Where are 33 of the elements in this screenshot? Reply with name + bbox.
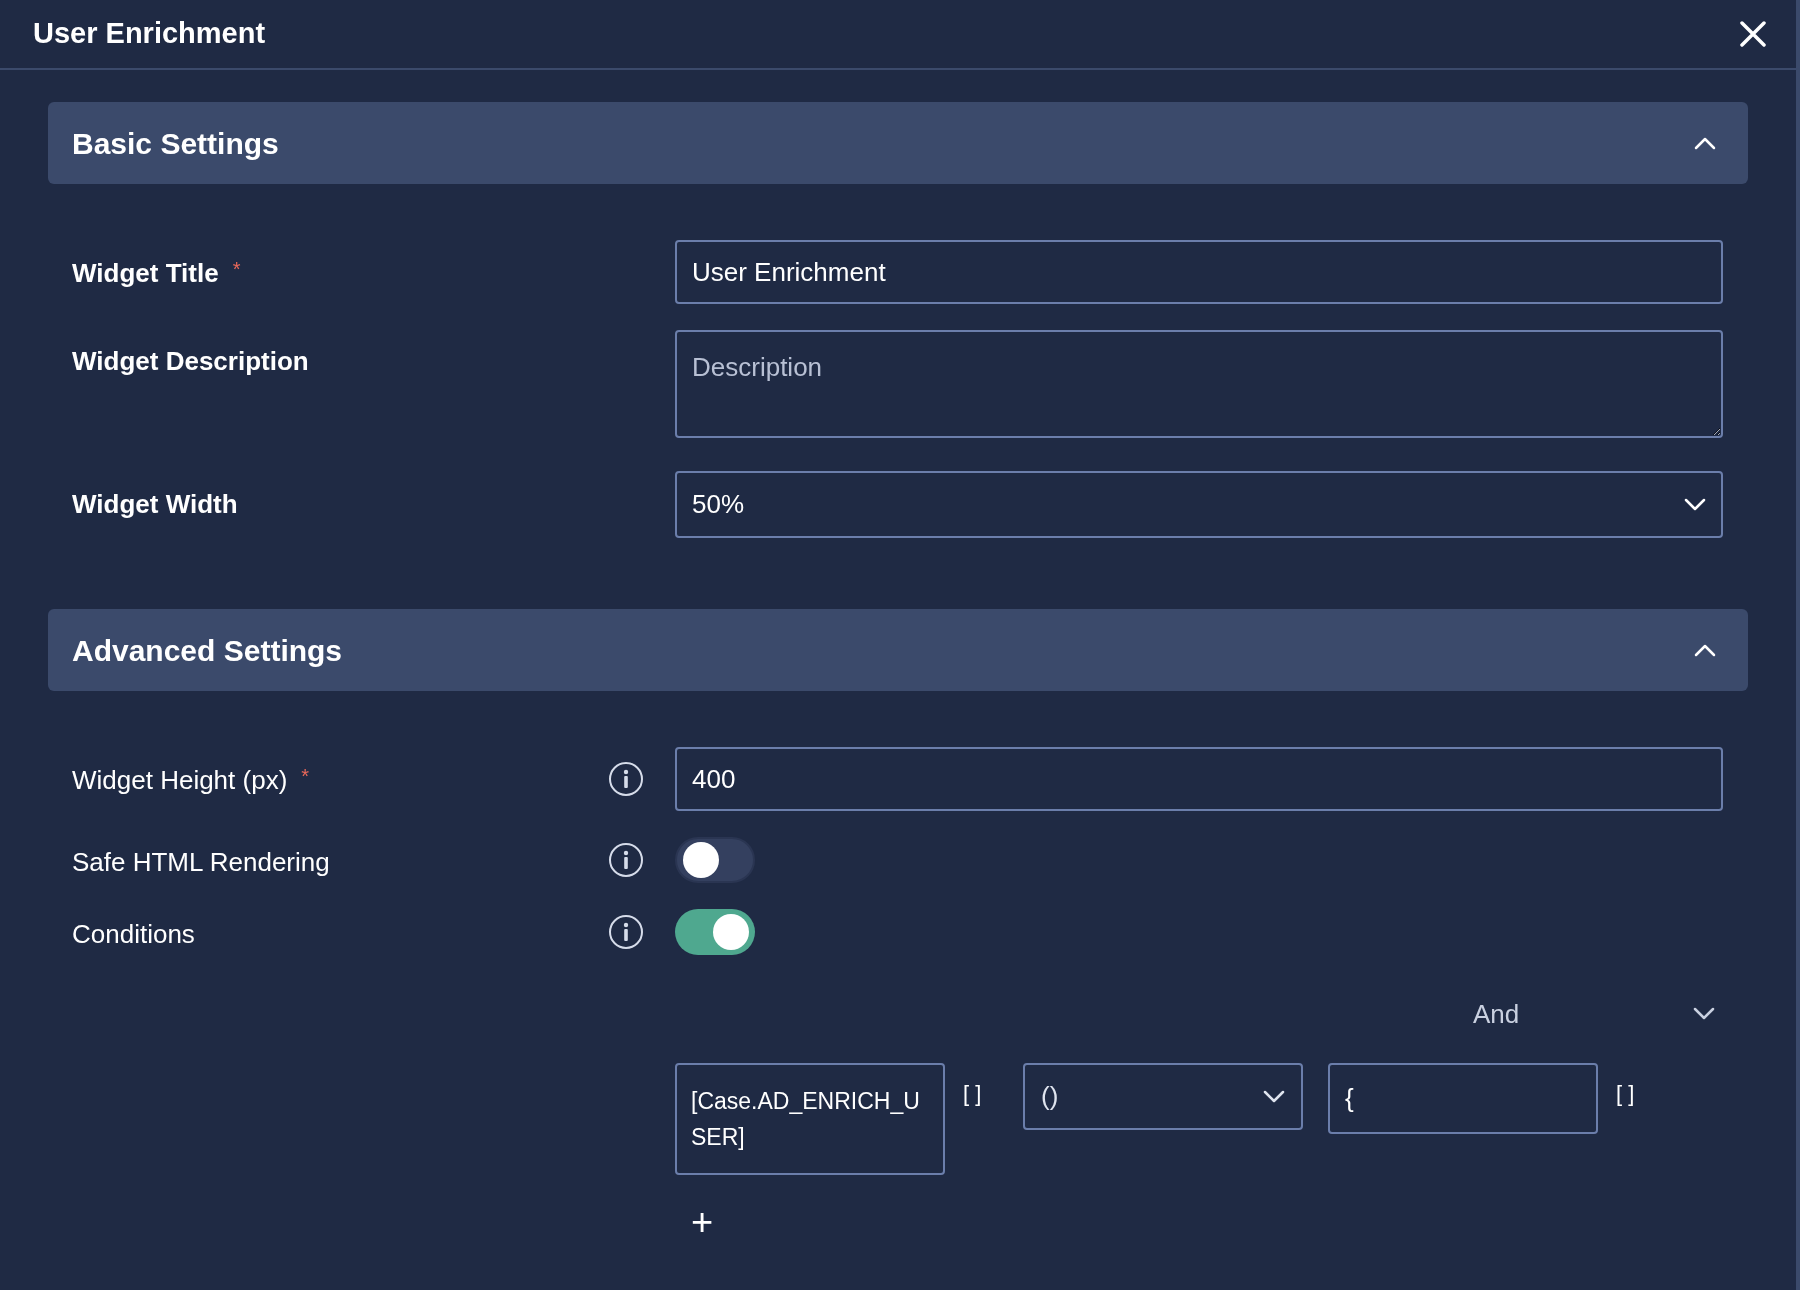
info-icon[interactable] [608, 842, 644, 878]
toggle-switch[interactable] [675, 837, 755, 883]
window-title: User Enrichment [33, 16, 266, 52]
text-field[interactable]: 400 [675, 747, 1723, 811]
field-label: Safe HTML Rendering [72, 846, 330, 879]
add-condition-button[interactable]: + [691, 1203, 714, 1241]
section-header[interactable]: Advanced Settings [48, 609, 1748, 691]
description-field[interactable]: Description [675, 330, 1723, 438]
required-asterisk: * [232, 257, 241, 282]
toggle-switch[interactable] [675, 909, 755, 955]
width-select[interactable]: 50% [675, 471, 1723, 538]
chevron-down-icon [1684, 497, 1706, 512]
chevron-down-icon [1263, 1089, 1285, 1104]
required-asterisk: * [301, 764, 310, 789]
field-label: Conditions [72, 918, 195, 951]
text-field[interactable]: User Enrichment [675, 240, 1723, 304]
info-icon[interactable] [608, 761, 644, 797]
condition-field[interactable]: [Case.AD_ENRICH_USER] [675, 1063, 945, 1175]
bracket-toggle[interactable]: [ ] [1598, 1063, 1635, 1110]
field-label: Widget Width [72, 488, 238, 521]
chevron-up-icon [1694, 136, 1716, 150]
comparison-select[interactable]: () [1023, 1063, 1303, 1130]
section-header[interactable]: Basic Settings [48, 102, 1748, 184]
chevron-up-icon [1694, 643, 1716, 657]
chevron-down-icon [1693, 1007, 1715, 1021]
field-label: Widget Description [72, 345, 309, 378]
field-label: Widget Height (px) [72, 764, 288, 797]
bracket-toggle[interactable]: [ ] [945, 1063, 1023, 1110]
close-icon[interactable] [1740, 21, 1766, 47]
field-label: Widget Title [72, 257, 219, 290]
info-icon[interactable] [608, 914, 644, 950]
operator-select[interactable]: And [1473, 989, 1723, 1039]
condition-value-field[interactable]: { [1328, 1063, 1598, 1134]
